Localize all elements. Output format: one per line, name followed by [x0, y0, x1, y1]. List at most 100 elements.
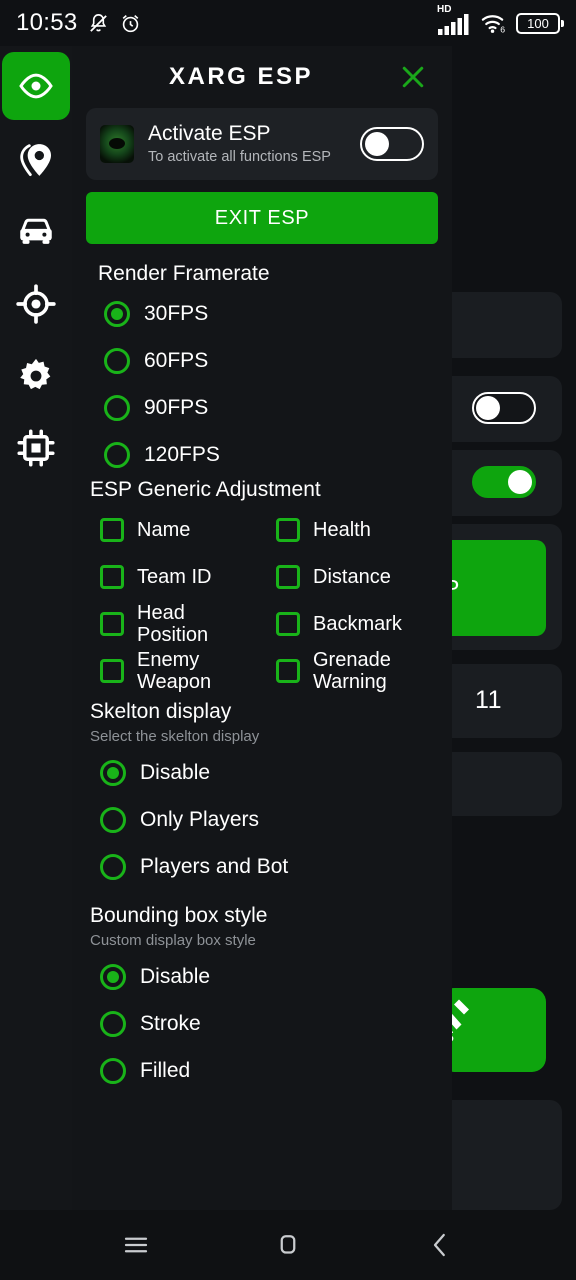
checkbox-icon [276, 517, 300, 542]
radio-icon [104, 441, 130, 468]
radio-label: 120FPS [144, 442, 220, 466]
wifi-gen-label: 6 [500, 25, 505, 34]
exit-esp-button[interactable]: EXIT ESP [86, 192, 438, 245]
checkbox-icon [100, 658, 124, 683]
app-logo-icon [100, 125, 134, 164]
checkbox-label: Team ID [137, 565, 212, 588]
sidebar-item-location[interactable] [1, 124, 71, 196]
bg-card-1 [440, 292, 562, 358]
radio-option-90fps[interactable]: 90FPS [86, 384, 438, 431]
esp-overlay-panel: XARG ESP Activate ESP To activate all fu… [72, 46, 452, 1210]
sidebar-item-vehicle[interactable] [1, 196, 71, 268]
radio-option-120fps[interactable]: 120FPS [86, 431, 438, 478]
bg-toggle-knob [508, 470, 532, 494]
radio-option-skelton-disable[interactable]: Disable [86, 749, 438, 796]
android-nav-bar [0, 1210, 576, 1280]
activate-esp-toggle[interactable] [360, 127, 424, 162]
radio-icon [100, 759, 126, 786]
panel-content: Activate ESP To activate all functions E… [72, 108, 452, 1094]
sidebar-item-aim[interactable] [1, 268, 71, 340]
checkbox-icon [100, 564, 124, 589]
bounding-box-title: Bounding box style [90, 904, 268, 928]
activate-esp-card: Activate ESP To activate all functions E… [86, 108, 438, 181]
panel-header: XARG ESP [72, 46, 452, 108]
checkbox-option-grenade-warning[interactable]: Grenade Warning [262, 647, 438, 694]
sidebar-item-settings[interactable] [1, 340, 71, 412]
location-pin-icon [20, 144, 51, 177]
car-icon [20, 218, 52, 244]
checkbox-icon [276, 564, 300, 589]
bg-green-button[interactable]: P [440, 540, 546, 636]
checkbox-label: Distance [313, 565, 391, 588]
checkbox-label: Grenade Warning [313, 648, 391, 693]
bounding-box-subtitle: Custom display box style [90, 932, 256, 950]
radio-icon [100, 1057, 126, 1084]
activate-esp-subtitle: To activate all functions ESP [148, 149, 331, 165]
skelton-display-title: Skelton display [90, 700, 232, 724]
home-icon [280, 1235, 296, 1254]
battery-level-label: 100 [527, 15, 549, 31]
bg-card-6 [440, 752, 562, 816]
checkbox-option-health[interactable]: Health [262, 506, 438, 553]
bg-count-label: 11 [475, 686, 502, 714]
bg-toggle-knob [476, 396, 500, 420]
recents-button[interactable] [96, 1220, 176, 1270]
radio-label: Disable [140, 760, 211, 784]
radio-option-60fps[interactable]: 60FPS [86, 337, 438, 384]
toggle-knob [365, 132, 389, 157]
sidebar-item-esp[interactable] [2, 52, 70, 120]
checkbox-label: Head Position [137, 601, 209, 646]
checkbox-option-head-position[interactable]: Head Position [86, 600, 262, 647]
radio-label: 90FPS [144, 395, 209, 419]
render-framerate-title: Render Framerate [98, 262, 270, 286]
radio-icon [104, 300, 130, 327]
radio-option-30fps[interactable]: 30FPS [86, 290, 438, 337]
checkbox-icon [276, 658, 300, 683]
sidebar-item-memory[interactable] [1, 412, 71, 484]
checkbox-icon [276, 611, 300, 636]
radio-option-skelton-only-players[interactable]: Only Players [86, 796, 438, 843]
radio-option-skelton-players-and-bot[interactable]: Players and Bot [86, 843, 438, 890]
checkbox-option-name[interactable]: Name [86, 506, 262, 553]
radio-icon [100, 853, 126, 880]
status-bar: 10:53 HD 6 100 [0, 0, 576, 46]
radio-label: Only Players [140, 807, 260, 831]
checkbox-icon [100, 517, 124, 542]
radio-icon [104, 347, 130, 374]
checkbox-label: Health [313, 518, 371, 541]
radio-option-box-stroke[interactable]: Stroke [86, 1000, 438, 1047]
radio-icon [100, 806, 126, 833]
checkbox-icon [100, 611, 124, 636]
phone-screen: P 11 ols 10:53 [0, 0, 576, 1280]
bell-muted-icon [89, 13, 107, 32]
wifi-icon: 6 [481, 15, 505, 34]
radio-label: Disable [140, 964, 211, 988]
radio-option-box-disable[interactable]: Disable [86, 953, 438, 1000]
bg-toggle-on[interactable] [472, 466, 536, 498]
checkbox-label: Name [137, 518, 191, 541]
back-button[interactable] [400, 1220, 480, 1270]
checkbox-option-distance[interactable]: Distance [262, 553, 438, 600]
home-button[interactable] [248, 1220, 328, 1270]
radio-icon [100, 963, 126, 990]
close-icon[interactable] [398, 62, 428, 92]
radio-label: 60FPS [144, 348, 209, 372]
radio-label: Players and Bot [140, 854, 289, 878]
radio-icon [104, 394, 130, 421]
radio-label: Stroke [140, 1011, 201, 1035]
bg-tools-card[interactable]: ols [440, 988, 546, 1072]
eye-icon [19, 73, 53, 99]
checkbox-label: Enemy Weapon [137, 648, 212, 693]
checkbox-option-backmark[interactable]: Backmark [262, 600, 438, 647]
battery-icon: 100 [516, 12, 564, 34]
checkbox-option-enemy-weapon[interactable]: Enemy Weapon [86, 647, 262, 694]
checkbox-option-team-id[interactable]: Team ID [86, 553, 262, 600]
radio-option-box-filled[interactable]: Filled [86, 1047, 438, 1094]
status-bar-clock: 10:53 [16, 9, 78, 36]
radio-label: Filled [140, 1058, 191, 1082]
status-bar-left: 10:53 [16, 9, 142, 37]
sidebar-rail [0, 46, 72, 1280]
bg-toggle-off[interactable] [472, 392, 536, 424]
skelton-display-subtitle: Select the skelton display [90, 728, 260, 746]
